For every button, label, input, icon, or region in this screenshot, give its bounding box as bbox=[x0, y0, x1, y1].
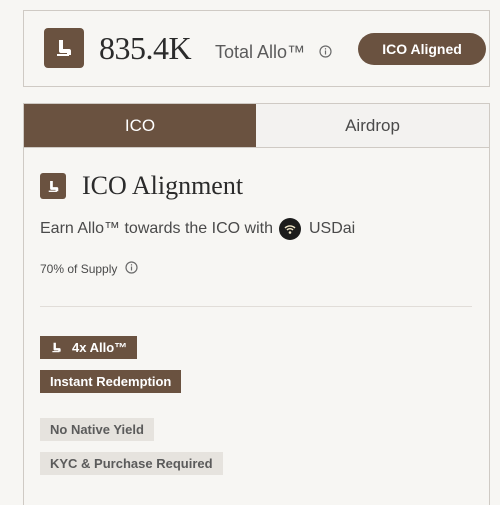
tab-ico[interactable]: ICO bbox=[24, 104, 256, 147]
total-allo-label: Total Allo™ bbox=[215, 42, 306, 62]
divider bbox=[40, 306, 472, 307]
supply-info: 70% of Supply bbox=[40, 261, 138, 277]
section-description: Earn Allo™ towards the ICO with USDai bbox=[40, 218, 355, 240]
tab-airdrop[interactable]: Airdrop bbox=[256, 104, 489, 147]
info-icon[interactable] bbox=[125, 261, 138, 277]
allo-seat-icon bbox=[40, 173, 66, 199]
tab-bar: ICO Airdrop bbox=[24, 104, 489, 148]
usdai-token-icon bbox=[278, 218, 301, 240]
total-allo-value: 835.4K bbox=[99, 30, 192, 66]
info-icon[interactable] bbox=[319, 45, 332, 63]
section-title: ICO Alignment bbox=[82, 171, 244, 200]
description-text: Earn Allo™ towards the ICO with bbox=[40, 220, 273, 237]
kyc-tag: KYC & Purchase Required bbox=[40, 452, 223, 475]
section-header: ICO Alignment bbox=[40, 171, 243, 201]
multiplier-label: 4x Allo™ bbox=[72, 340, 128, 355]
allo-seat-icon bbox=[44, 28, 84, 68]
allo-seat-icon bbox=[50, 341, 63, 354]
ico-aligned-badge: ICO Aligned bbox=[358, 33, 486, 65]
allo-summary-card: 835.4K Total Allo™ ICO Aligned bbox=[23, 10, 490, 87]
alignment-panel: ICO Airdrop ICO Alignment Earn Allo™ tow… bbox=[23, 103, 490, 505]
redemption-tag: Instant Redemption bbox=[40, 370, 182, 393]
supply-label: 70% of Supply bbox=[40, 262, 118, 276]
yield-tag: No Native Yield bbox=[40, 418, 154, 441]
token-label: USDai bbox=[308, 220, 356, 237]
multiplier-tag: 4x Allo™ bbox=[40, 336, 138, 359]
